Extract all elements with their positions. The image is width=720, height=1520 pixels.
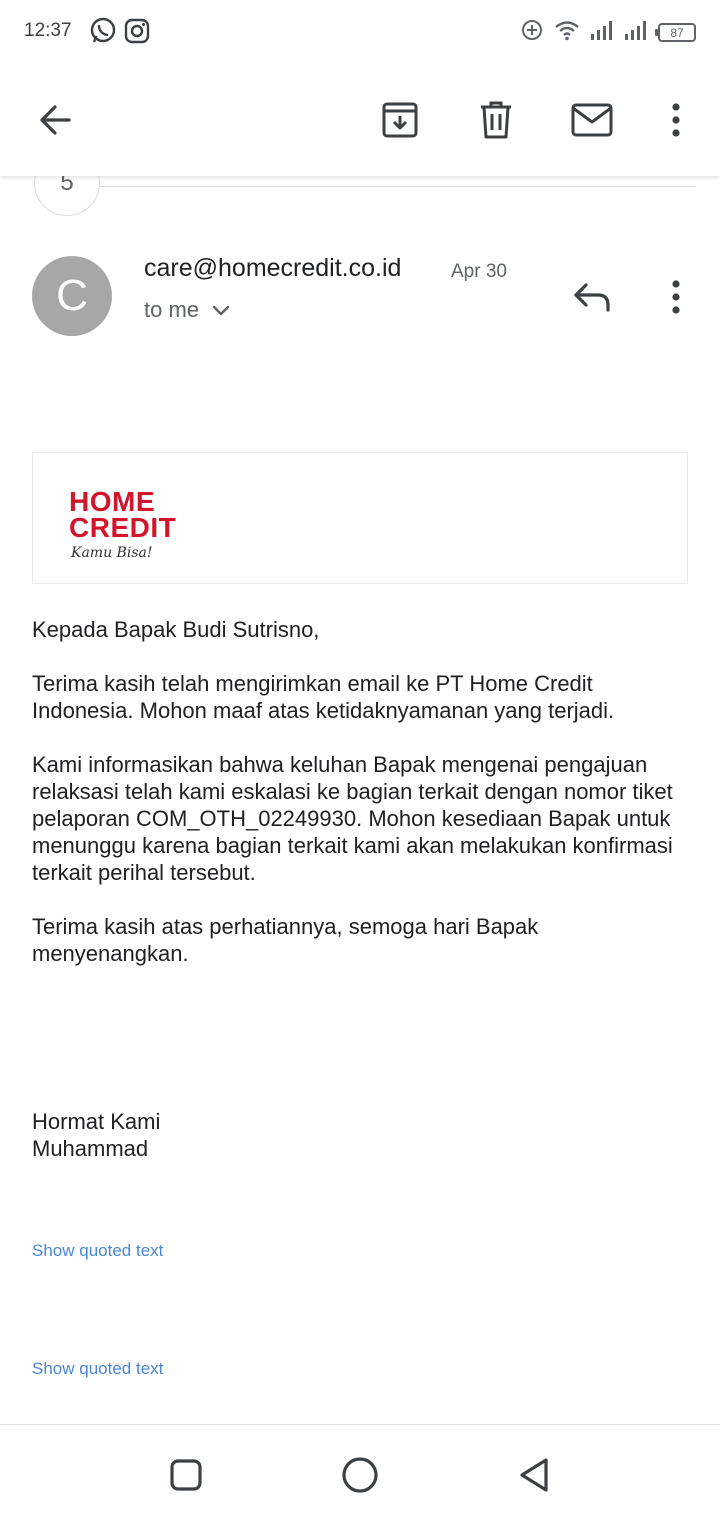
instagram-icon [122,16,152,51]
show-quoted-text-link[interactable]: Show quoted text [32,1241,163,1261]
logo-tagline: Kamu Bisa! [71,545,153,561]
recents-icon[interactable] [160,1449,212,1501]
signal-icon [624,19,648,46]
email-banner: HOME CREDIT Kamu Bisa! [32,452,688,584]
system-nav-bar [0,1424,720,1520]
archive-icon[interactable] [372,92,428,148]
email-greeting: Kepada Bapak Budi Sutrisno, [32,617,320,642]
show-quoted-text-link[interactable]: Show quoted text [32,1359,163,1379]
recipient-details[interactable]: to me [144,297,231,323]
signal-icon [590,19,614,46]
logo-line-2: CREDIT [69,512,177,543]
sender-email[interactable]: care@homecredit.co.id [144,254,401,283]
chevron-down-icon[interactable] [211,297,231,323]
mark-unread-icon[interactable] [564,92,620,148]
whatsapp-icon [88,16,118,51]
email-signature: Hormat Kami Muhammad [32,1108,160,1162]
reply-icon[interactable] [566,272,618,322]
home-icon[interactable] [334,1449,386,1501]
status-bar: 12:37 87 [0,0,720,64]
email-paragraph: Terima kasih telah mengirimkan email ke … [32,671,615,723]
message-more-vert-icon[interactable] [652,272,700,322]
message-date: Apr 30 [451,261,507,282]
back-icon[interactable] [508,1449,560,1501]
email-body: Kepada Bapak Budi Sutrisno, Terima kasih… [32,616,692,994]
recipient-label: to me [144,297,200,322]
sender-avatar[interactable]: C [32,256,112,336]
signature-closing: Hormat Kami [32,1109,161,1134]
battery-indicator: 87 [655,23,696,42]
data-saver-icon [520,18,544,47]
more-vert-icon[interactable] [648,92,704,148]
wifi-icon [554,19,580,46]
delete-icon[interactable] [468,92,524,148]
home-credit-logo: HOME CREDIT Kamu Bisa! [69,488,177,562]
status-time: 12:37 [24,20,72,41]
app-bar [0,64,720,176]
email-paragraph: Kami informasikan bahwa keluhan Bapak me… [32,752,673,885]
signature-name: Muhammad [32,1136,149,1161]
back-arrow-icon[interactable] [27,92,83,148]
thread-divider [100,186,696,187]
email-paragraph: Terima kasih atas perhatiannya, semoga h… [32,914,539,966]
